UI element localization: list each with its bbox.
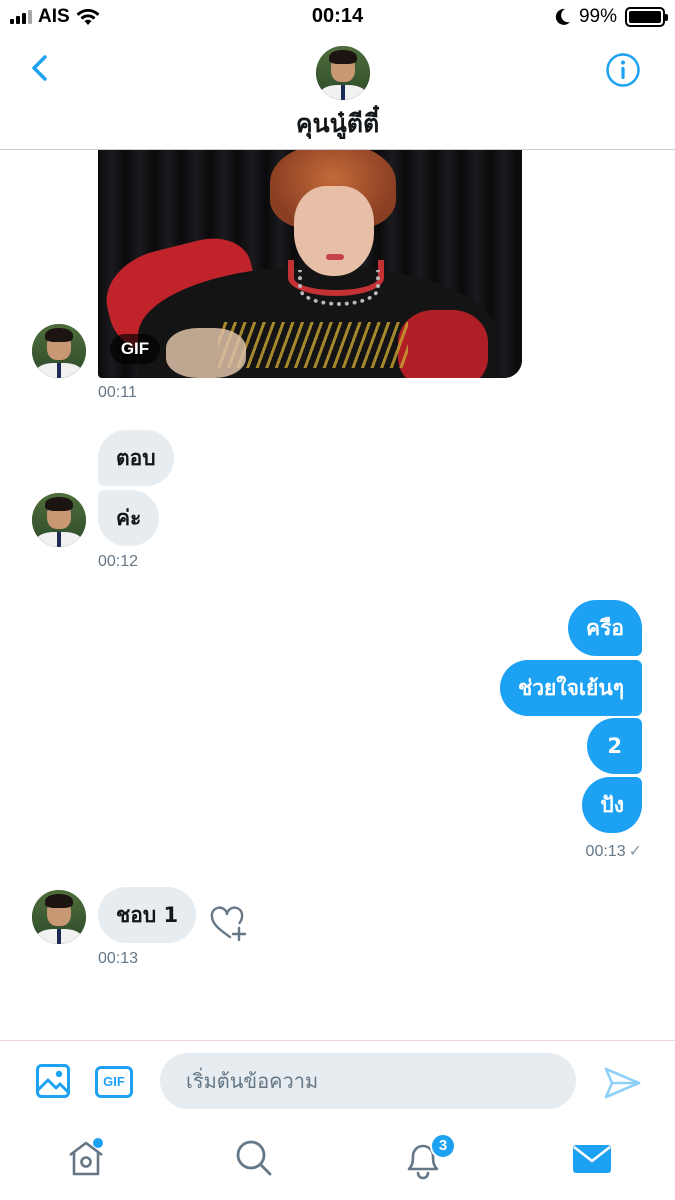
tab-home[interactable] [64, 1136, 108, 1180]
chevron-left-icon [32, 55, 47, 81]
info-button[interactable] [605, 52, 641, 88]
message-bubble-incoming[interactable]: ค่ะ [98, 490, 160, 546]
notification-count-badge: 3 [430, 1133, 456, 1159]
back-button[interactable] [22, 50, 58, 86]
sent-check-icon: ✓ [628, 843, 642, 860]
battery-percent: 99% [578, 6, 617, 27]
tab-search[interactable] [232, 1136, 276, 1180]
home-new-dot [93, 1138, 103, 1148]
send-icon [604, 1067, 641, 1099]
send-button[interactable] [602, 1063, 642, 1103]
message-bubble-outgoing[interactable]: 2 [587, 718, 642, 774]
timestamp-text: 00:13 [585, 843, 626, 860]
avatar[interactable] [32, 324, 86, 378]
mail-icon [573, 1145, 611, 1173]
add-media-button[interactable] [35, 1063, 71, 1099]
status-right: 99% [555, 6, 668, 28]
message-bubble-outgoing[interactable]: ปัง [582, 777, 642, 833]
battery-icon [625, 7, 668, 27]
conversation-header: คุนนู๋ตีตี๋ [0, 36, 675, 150]
message-timestamp: 00:11 [98, 384, 137, 401]
moon-icon [555, 8, 570, 25]
battery-level [629, 11, 661, 23]
tab-messages[interactable] [570, 1136, 614, 1180]
message-timestamp: 00:12 [98, 553, 139, 570]
heart-plus-icon [210, 906, 247, 942]
message-timestamp: 00:13 [98, 950, 139, 967]
message-bubble-outgoing[interactable]: ครือ [568, 600, 642, 656]
like-button[interactable] [208, 904, 248, 944]
conversation-title[interactable]: คุนนู๋ตีตี๋ [0, 104, 675, 144]
gif-message[interactable] [98, 150, 522, 378]
info-icon [606, 53, 640, 87]
search-icon [236, 1140, 272, 1176]
gif-badge: GIF [110, 334, 160, 364]
message-bubble-incoming[interactable]: ชอบ 1 [98, 887, 197, 943]
message-bubble-outgoing[interactable]: ช่วยใจเย้นๆ [499, 660, 642, 716]
avatar[interactable] [32, 890, 86, 944]
tab-bar [0, 1120, 675, 1200]
message-timestamp-outgoing: 00:13 ✓ [586, 841, 642, 861]
message-input[interactable] [160, 1053, 576, 1109]
status-bar: AIS 00:14 99% [0, 0, 675, 36]
image-icon [36, 1064, 70, 1098]
avatar[interactable] [32, 493, 86, 547]
message-composer: GIF [0, 1040, 675, 1120]
add-gif-button[interactable]: GIF [95, 1066, 133, 1098]
header-avatar[interactable] [316, 46, 370, 100]
message-bubble-incoming[interactable]: ตอบ [98, 430, 174, 486]
